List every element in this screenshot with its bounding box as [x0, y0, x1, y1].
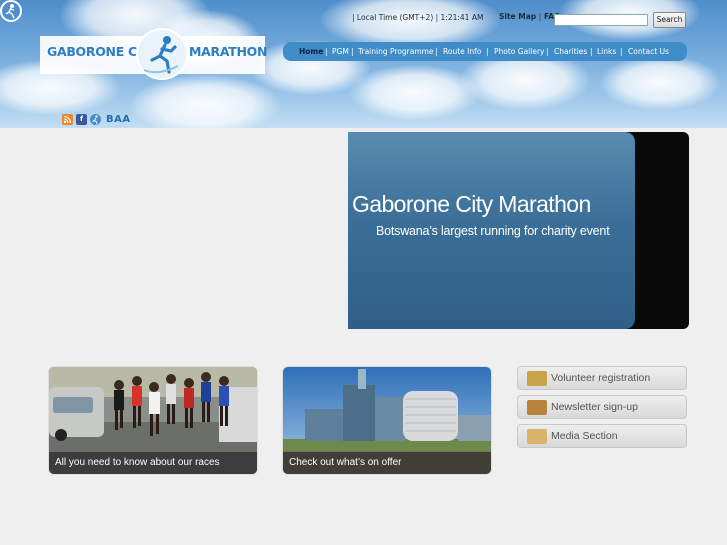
nav-separator: |: [351, 47, 354, 56]
banner-title: Gaborone City Marathon: [352, 191, 591, 217]
main-navigation: Home | PGM | Training Programme | Route …: [283, 42, 687, 61]
media-section-label: Media Section: [551, 430, 618, 442]
volunteer-registration-label: Volunteer registration: [551, 372, 651, 384]
cloud: [130, 75, 280, 128]
nav-links[interactable]: Links: [597, 47, 616, 56]
nav-separator: |: [325, 47, 328, 56]
nav-home[interactable]: Home: [299, 47, 323, 56]
local-time: | Local Time (GMT+2) | 1:21:41 AM: [352, 13, 484, 22]
runner-badge-icon[interactable]: [0, 0, 22, 22]
nav-separator: |: [546, 47, 549, 56]
nav-separator: |: [435, 47, 438, 56]
nav-separator: |: [590, 47, 593, 56]
nav-route-info[interactable]: Route Info: [443, 47, 481, 56]
nav-photo-gallery[interactable]: Photo Gallery: [494, 47, 545, 56]
search-input[interactable]: [554, 14, 648, 26]
runner-icon[interactable]: [90, 114, 101, 125]
cloud: [350, 65, 480, 120]
races-card[interactable]: All you need to know about our races: [48, 366, 258, 475]
utility-separator: |: [538, 12, 542, 21]
cloud: [600, 55, 720, 110]
baa-link[interactable]: BAA: [106, 114, 131, 125]
offer-card[interactable]: Check out what’s on offer: [282, 366, 492, 475]
hero-banner[interactable]: Gaborone City Marathon Botswana’s larges…: [348, 132, 689, 329]
media-section-button[interactable]: Media Section: [517, 424, 687, 448]
nav-separator: |: [620, 47, 623, 56]
volunteer-icon: [527, 371, 547, 386]
newsletter-signup-label: Newsletter sign-up: [551, 401, 638, 413]
offer-card-caption: Check out what’s on offer: [283, 452, 491, 474]
rss-icon[interactable]: [62, 114, 73, 125]
newsletter-icon: [527, 400, 547, 415]
banner-panel: Gaborone City Marathon Botswana’s larges…: [348, 132, 635, 329]
nav-separator: |: [486, 47, 489, 56]
facebook-icon[interactable]: f: [76, 114, 87, 125]
nav-pgm[interactable]: PGM: [332, 47, 349, 56]
nav-training-programme[interactable]: Training Programme: [358, 47, 434, 56]
nav-charities[interactable]: Charities: [554, 47, 587, 56]
site-map-link[interactable]: Site Map: [499, 12, 536, 21]
nav-contact-us[interactable]: Contact Us: [628, 47, 669, 56]
utility-links: Site Map | FAQ: [499, 12, 560, 21]
newsletter-signup-button[interactable]: Newsletter sign-up: [517, 395, 687, 419]
races-card-caption: All you need to know about our races: [49, 452, 257, 474]
logo-text-right: MARATHON: [189, 44, 268, 59]
media-icon: [527, 429, 547, 444]
banner-subtitle: Botswana’s largest running for charity e…: [376, 224, 610, 238]
site-logo[interactable]: GABORONE CITY MARATHON: [40, 28, 268, 80]
runner-logo-icon: [136, 28, 188, 80]
search-button[interactable]: Search: [653, 12, 686, 28]
volunteer-registration-button[interactable]: Volunteer registration: [517, 366, 687, 390]
